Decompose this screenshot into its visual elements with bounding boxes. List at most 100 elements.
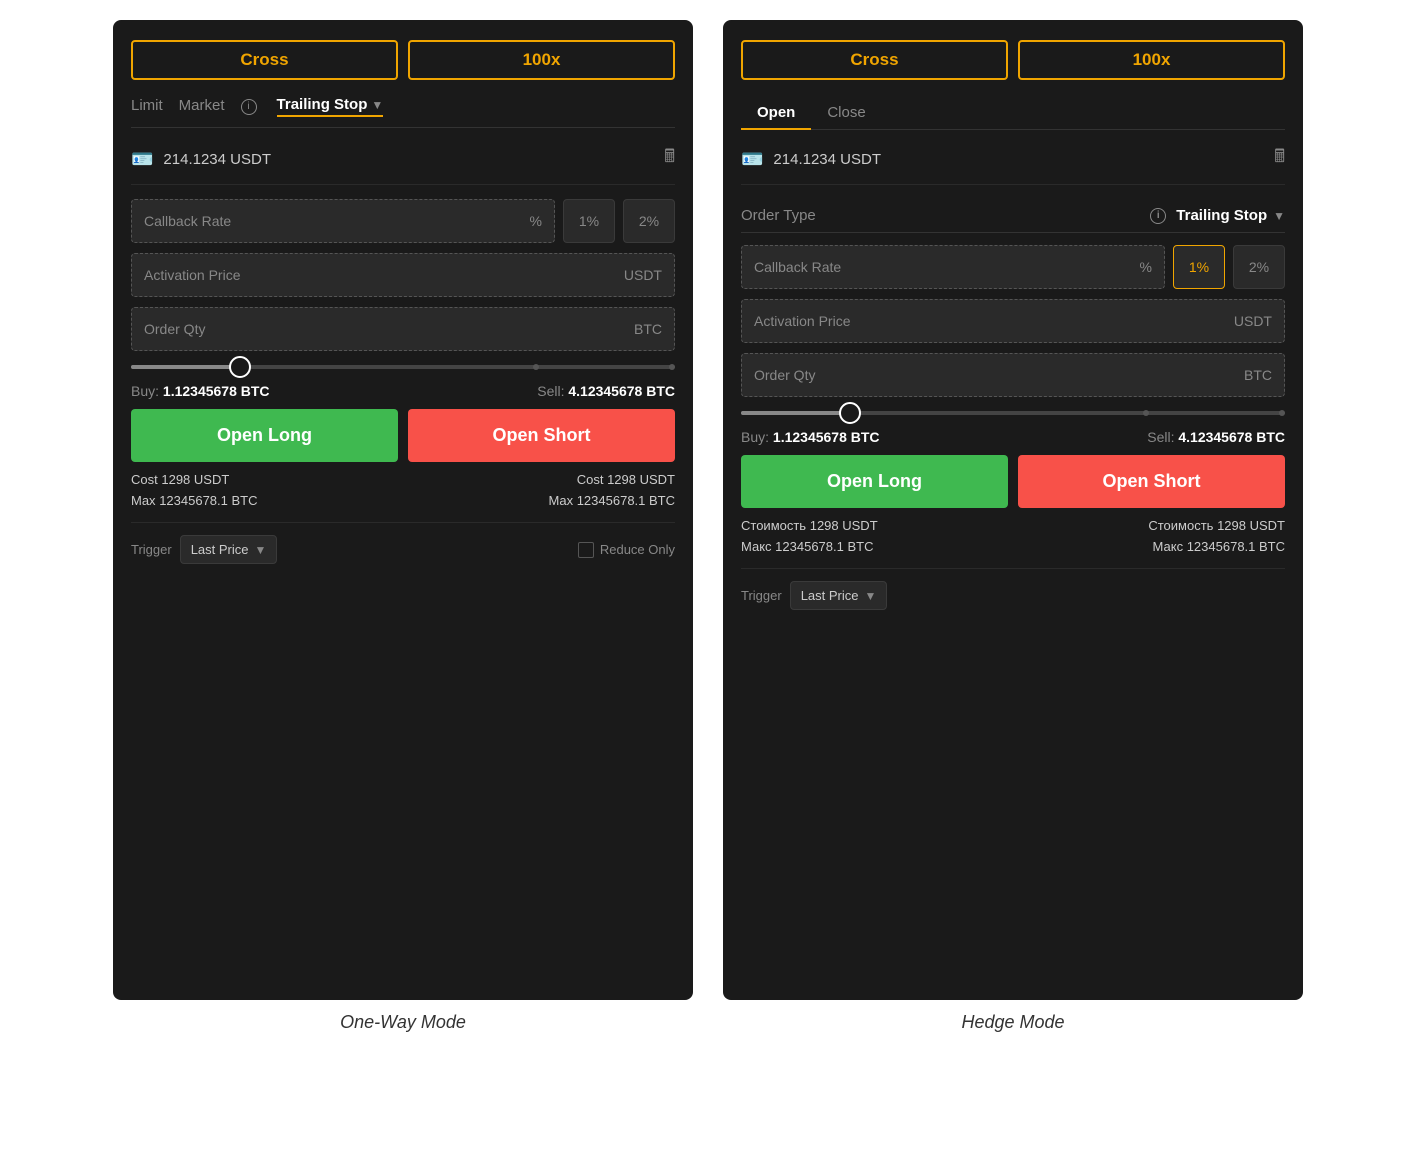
left-buy-info: Buy: 1.12345678 BTC — [131, 383, 270, 399]
left-balance-value: 214.1234 USDT — [163, 151, 271, 168]
right-rate-btn-2[interactable]: 2% — [1233, 245, 1285, 289]
right-slider-thumb[interactable] — [839, 402, 861, 424]
right-open-long-button[interactable]: Open Long — [741, 455, 1008, 508]
left-trigger-value: Last Price — [191, 542, 249, 557]
left-panel-wrapper: Cross 100x Limit Market i Trailing Stop … — [113, 20, 693, 1033]
right-slider-row[interactable] — [741, 411, 1285, 415]
left-callback-field[interactable]: Callback Rate % — [131, 199, 555, 243]
main-container: Cross 100x Limit Market i Trailing Stop … — [20, 20, 1396, 1033]
left-trigger-select[interactable]: Last Price ▼ — [180, 535, 278, 564]
right-bottom-row: Trigger Last Price ▼ — [741, 568, 1285, 610]
right-max-row: Макс 12345678.1 BTC Макс 12345678.1 BTC — [741, 539, 1285, 554]
left-balance-row: 🪪 214.1234 USDT 🖩 — [131, 144, 675, 185]
right-tab-row: Open Close — [741, 96, 1285, 130]
left-max-row: Max 12345678.1 BTC Max 12345678.1 BTC — [131, 493, 675, 508]
left-cost-right: Cost 1298 USDT — [577, 472, 675, 487]
left-action-buttons: Open Long Open Short — [131, 409, 675, 462]
left-max-left: Max 12345678.1 BTC — [131, 493, 257, 508]
trailing-dropdown-arrow: ▼ — [371, 98, 383, 112]
left-slider-row[interactable] — [131, 365, 675, 369]
left-buy-label: Buy: — [131, 383, 159, 399]
right-trigger-value: Last Price — [801, 588, 859, 603]
right-qty-row: Order Qty BTC — [741, 353, 1285, 397]
left-mode-label: One-Way Mode — [340, 1012, 466, 1033]
left-cost-row: Cost 1298 USDT Cost 1298 USDT — [131, 472, 675, 487]
right-leverage-button[interactable]: 100x — [1018, 40, 1285, 80]
right-trigger-select[interactable]: Last Price ▼ — [790, 581, 888, 610]
left-rate-btn-1[interactable]: 1% — [563, 199, 615, 243]
right-slider-track — [741, 411, 1285, 415]
left-trigger-label: Trigger — [131, 542, 172, 557]
left-trigger-arrow: ▼ — [255, 543, 267, 557]
right-callback-placeholder: Callback Rate — [754, 259, 841, 275]
left-reduce-only[interactable]: Reduce Only — [578, 542, 675, 558]
right-action-buttons: Open Long Open Short — [741, 455, 1285, 508]
right-balance-row: 🪪 214.1234 USDT 🖩 — [741, 144, 1285, 185]
left-callback-row: Callback Rate % 1% 2% — [131, 199, 675, 243]
right-max-left: Макс 12345678.1 BTC — [741, 539, 873, 554]
right-calc-icon[interactable]: 🖩 — [1274, 144, 1285, 174]
trailing-info-icon: i — [241, 99, 257, 115]
left-slider-dot-3 — [669, 364, 675, 370]
right-activation-unit: USDT — [1234, 313, 1272, 329]
left-sell-label: Sell: — [537, 383, 564, 399]
right-trigger-label: Trigger — [741, 588, 782, 603]
left-activation-field[interactable]: Activation Price USDT — [131, 253, 675, 297]
right-mode-label: Hedge Mode — [961, 1012, 1064, 1033]
right-cost-max-section: Стоимость 1298 USDT Стоимость 1298 USDT … — [741, 518, 1285, 554]
left-buy-value: 1.12345678 BTC — [163, 383, 270, 399]
left-tab-trailing[interactable]: Trailing Stop ▼ — [277, 96, 384, 117]
left-sell-info: Sell: 4.12345678 BTC — [537, 383, 675, 399]
right-balance-left: 🪪 214.1234 USDT — [741, 149, 881, 170]
right-qty-field[interactable]: Order Qty BTC — [741, 353, 1285, 397]
right-panel-wrapper: Cross 100x Open Close 🪪 214.1234 USDT 🖩 … — [723, 20, 1303, 1033]
left-balance-left: 🪪 214.1234 USDT — [131, 149, 271, 170]
right-activation-row: Activation Price USDT — [741, 299, 1285, 343]
right-tab-open[interactable]: Open — [741, 96, 811, 129]
right-card-icon: 🪪 — [741, 149, 763, 170]
right-rate-btn-1[interactable]: 1% — [1173, 245, 1225, 289]
left-callback-placeholder: Callback Rate — [144, 213, 231, 229]
left-reduce-only-checkbox[interactable] — [578, 542, 594, 558]
right-activation-placeholder: Activation Price — [754, 313, 850, 329]
right-order-type-label: Order Type — [741, 207, 816, 224]
right-activation-field[interactable]: Activation Price USDT — [741, 299, 1285, 343]
left-cost-max-section: Cost 1298 USDT Cost 1298 USDT Max 123456… — [131, 472, 675, 508]
right-order-type-row: Order Type i Trailing Stop ▼ — [741, 199, 1285, 233]
right-cost-left: Стоимость 1298 USDT — [741, 518, 878, 533]
left-qty-unit: BTC — [634, 321, 662, 337]
right-tab-close[interactable]: Close — [811, 96, 881, 129]
right-order-type-select[interactable]: i Trailing Stop ▼ — [1150, 207, 1285, 224]
left-card-icon: 🪪 — [131, 149, 153, 170]
left-leverage-button[interactable]: 100x — [408, 40, 675, 80]
left-buysell-row: Buy: 1.12345678 BTC Sell: 4.12345678 BTC — [131, 383, 675, 399]
right-qty-unit: BTC — [1244, 367, 1272, 383]
left-open-long-button[interactable]: Open Long — [131, 409, 398, 462]
left-rate-btn-2[interactable]: 2% — [623, 199, 675, 243]
left-tab-market[interactable]: Market — [179, 97, 225, 116]
left-trigger-left: Trigger Last Price ▼ — [131, 535, 277, 564]
left-qty-row: Order Qty BTC — [131, 307, 675, 351]
right-cost-right: Стоимость 1298 USDT — [1148, 518, 1285, 533]
left-slider-dot-2 — [533, 364, 539, 370]
right-buy-value: 1.12345678 BTC — [773, 429, 880, 445]
right-open-short-button[interactable]: Open Short — [1018, 455, 1285, 508]
right-trigger-left: Trigger Last Price ▼ — [741, 581, 887, 610]
right-cross-button[interactable]: Cross — [741, 40, 1008, 80]
left-qty-field[interactable]: Order Qty BTC — [131, 307, 675, 351]
left-cross-button[interactable]: Cross — [131, 40, 398, 80]
right-slider-dot-2 — [1143, 410, 1149, 416]
right-buysell-row: Buy: 1.12345678 BTC Sell: 4.12345678 BTC — [741, 429, 1285, 445]
left-slider-thumb[interactable] — [229, 356, 251, 378]
left-panel: Cross 100x Limit Market i Trailing Stop … — [113, 20, 693, 1000]
left-tab-limit[interactable]: Limit — [131, 97, 163, 116]
right-slider-dot-3 — [1279, 410, 1285, 416]
right-callback-field[interactable]: Callback Rate % — [741, 245, 1165, 289]
right-balance-value: 214.1234 USDT — [773, 151, 881, 168]
left-open-short-button[interactable]: Open Short — [408, 409, 675, 462]
left-bottom-row: Trigger Last Price ▼ Reduce Only — [131, 522, 675, 564]
left-calc-icon[interactable]: 🖩 — [664, 144, 675, 174]
right-order-type-arrow: ▼ — [1273, 209, 1285, 223]
right-top-buttons: Cross 100x — [741, 40, 1285, 80]
left-slider-fill — [131, 365, 240, 369]
